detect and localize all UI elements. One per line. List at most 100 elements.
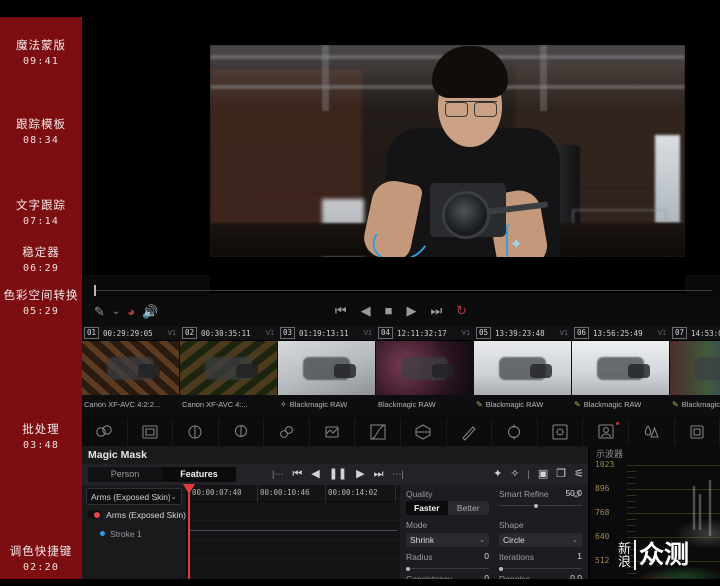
qualifier-button[interactable] — [447, 418, 493, 446]
thumbnail-image[interactable] — [670, 340, 720, 395]
clip-thumbnail[interactable]: 03 01:19:13:11 V1 ✧ Blackmagic RAW — [278, 326, 375, 413]
clip-thumbnail[interactable]: 06 13:56:25:49 V1 ✎ Blackmagic RAW — [572, 326, 669, 413]
volume-icon[interactable]: 🔊 — [142, 303, 158, 321]
hdr-wheels-button[interactable] — [219, 418, 265, 446]
magic-mask-button[interactable] — [583, 418, 629, 446]
mask-timeline-ruler[interactable]: 00:00:07:40 00:00:10:46 00:00:14:02 — [187, 485, 400, 502]
add-stroke-icon[interactable]: ✦ — [493, 466, 502, 483]
first-frame-icon[interactable]: ⏮ — [335, 302, 347, 320]
clip-thumbnail-timeline[interactable]: 01 00:29:29:05 V1 Canon XF-AVC 4:2:2... 02 00… — [82, 326, 720, 416]
thumbnail-image[interactable] — [278, 340, 375, 395]
viewer-scrubber[interactable] — [82, 283, 720, 297]
settings-sliders-icon[interactable]: ⚟ — [574, 466, 584, 483]
color-warper-button[interactable] — [401, 418, 447, 446]
pointer-tool-icon[interactable]: ✎ — [94, 303, 105, 321]
last-frame-icon[interactable]: ⏭ — [430, 302, 442, 320]
thumbnail-object — [334, 363, 356, 378]
iterations-slider[interactable] — [499, 566, 582, 571]
link-icon: ✎ — [574, 399, 581, 409]
eyeglasses — [445, 101, 497, 117]
tracker-icon — [552, 424, 568, 440]
program-monitor-image[interactable]: ✦ — [210, 23, 685, 293]
tracker-button[interactable] — [538, 418, 584, 446]
radius-value[interactable]: 0 — [484, 551, 489, 564]
clip-number: 06 — [574, 327, 590, 339]
tab-features[interactable]: Features — [162, 467, 236, 482]
pause-icon[interactable]: ❚❚ — [329, 466, 347, 483]
mask-enable-toggle[interactable] — [87, 510, 102, 519]
first-frame-icon[interactable]: ⏮ — [292, 466, 302, 483]
thumbnail-image[interactable] — [474, 340, 571, 395]
reset-icon[interactable]: ↺ — [572, 488, 581, 501]
waveform-trace — [629, 462, 720, 586]
scrubber-playhead[interactable] — [94, 285, 96, 296]
slider-knob[interactable] — [406, 566, 410, 571]
chapter-item-2[interactable]: 文字跟踪 07:14 — [0, 199, 82, 227]
quality-option-better[interactable]: Better — [448, 501, 490, 515]
chapter-item-3[interactable]: 稳定器 06:29 — [0, 246, 82, 274]
mask-timeline-playhead[interactable] — [183, 484, 195, 586]
quality-segmented-control[interactable]: Faster Better — [406, 501, 489, 515]
go-to-in-icon[interactable]: |⋯ — [272, 466, 283, 483]
go-to-out-icon[interactable]: ⋯| — [393, 466, 404, 483]
track-reverse-icon[interactable]: ◀ — [311, 466, 319, 483]
record-icon[interactable]: ▣ — [538, 466, 548, 483]
blur-button[interactable] — [629, 418, 675, 446]
radius-slider[interactable] — [406, 566, 489, 571]
chevron-down-icon[interactable]: ⌄ — [112, 303, 120, 321]
power-windows-button[interactable] — [492, 418, 538, 446]
layer-select-dropdown[interactable]: Arms (Exposed Skin) ⌄ — [86, 488, 182, 505]
clip-thumbnail[interactable]: 01 00:29:29:05 V1 Canon XF-AVC 4:2:2... — [82, 326, 179, 413]
thumbnail-image[interactable] — [180, 340, 277, 395]
subtract-stroke-icon[interactable]: ✧ — [510, 466, 519, 483]
thumbnail-image[interactable] — [572, 340, 669, 395]
mode-dropdown[interactable]: Shrink ⌄ — [406, 533, 489, 547]
curves-button[interactable] — [355, 418, 402, 446]
track-forward-icon[interactable]: ▶ — [356, 466, 364, 483]
last-frame-icon[interactable]: ⏭ — [374, 466, 384, 483]
clip-thumbnail[interactable]: 07 14:53:0 ✎ Blackmagic — [670, 326, 720, 413]
loop-icon[interactable]: ↻ — [456, 302, 467, 320]
iterations-value[interactable]: 1 — [577, 551, 582, 564]
stroke-row[interactable]: Stroke 1 — [82, 524, 186, 543]
color-match-button[interactable] — [128, 418, 174, 446]
clip-timecode: 13:39:23:48 — [495, 328, 545, 338]
smart-refine-slider[interactable] — [499, 503, 582, 508]
chapter-item-4[interactable]: 色彩空间转换 05:29 — [0, 289, 82, 317]
mask-track-row[interactable]: Arms (Exposed Skin) — [82, 505, 186, 524]
scope-gridline — [627, 537, 720, 538]
thumbnail-image[interactable] — [376, 340, 473, 395]
clip-thumbnail[interactable]: 04 12:11:32:17 V1 Blackmagic RAW — [376, 326, 473, 413]
chapter-item-6[interactable]: 调色快捷键 02:20 — [0, 545, 82, 573]
mask-timeline-stroke-row[interactable] — [187, 521, 400, 540]
tab-person[interactable]: Person — [88, 467, 162, 482]
stopwatch-icon[interactable]: ◕ — [127, 303, 135, 321]
chapter-item-5[interactable]: 批处理 03:48 — [0, 423, 82, 451]
chapter-item-1[interactable]: 跟踪模板 08:34 — [0, 118, 82, 146]
clip-thumbnail[interactable]: 05 13:39:23:48 V1 ✎ Blackmagic RAW — [474, 326, 571, 413]
mask-timeline[interactable]: 00:00:07:40 00:00:10:46 00:00:14:02 — [183, 484, 400, 586]
shape-dropdown[interactable]: Circle ⌄ — [499, 533, 582, 547]
camera-raw-button[interactable] — [82, 418, 128, 446]
motion-effects-button[interactable] — [310, 418, 356, 446]
slider-knob[interactable] — [499, 566, 503, 571]
chapter-sidebar[interactable]: 魔法蒙版 09:41 跟踪模板 08:34 文字跟踪 07:14 稳定器 06:29 色彩空间转… — [0, 17, 82, 579]
color-page-toolbar[interactable] — [82, 418, 720, 446]
chapter-item-0[interactable]: 魔法蒙版 09:41 — [0, 39, 82, 67]
play-icon[interactable]: ▶ — [406, 302, 416, 320]
quality-option-faster[interactable]: Faster — [406, 501, 448, 515]
waveform-scope-plot[interactable]: 1023896768640512384 — [589, 460, 720, 586]
ruler-tick — [257, 485, 258, 502]
copy-mask-icon[interactable]: ❐ — [556, 466, 566, 483]
mask-timeline-track-row[interactable] — [187, 502, 400, 521]
stop-icon[interactable]: ■ — [385, 302, 393, 320]
clip-thumbnail[interactable]: 02 00:30:35:11 V1 Canon XF-AVC 4:... — [180, 326, 277, 413]
slider-knob[interactable] — [533, 503, 538, 508]
color-wheels-button[interactable] — [173, 418, 219, 446]
thumbnail-image[interactable] — [82, 340, 179, 395]
scrubber-track[interactable] — [94, 290, 712, 291]
key-button[interactable] — [675, 418, 720, 446]
rgb-mixer-button[interactable] — [264, 418, 310, 446]
reverse-play-icon[interactable]: ◀ — [361, 302, 371, 320]
mask-mode-tabs[interactable]: Person Features — [88, 467, 236, 482]
